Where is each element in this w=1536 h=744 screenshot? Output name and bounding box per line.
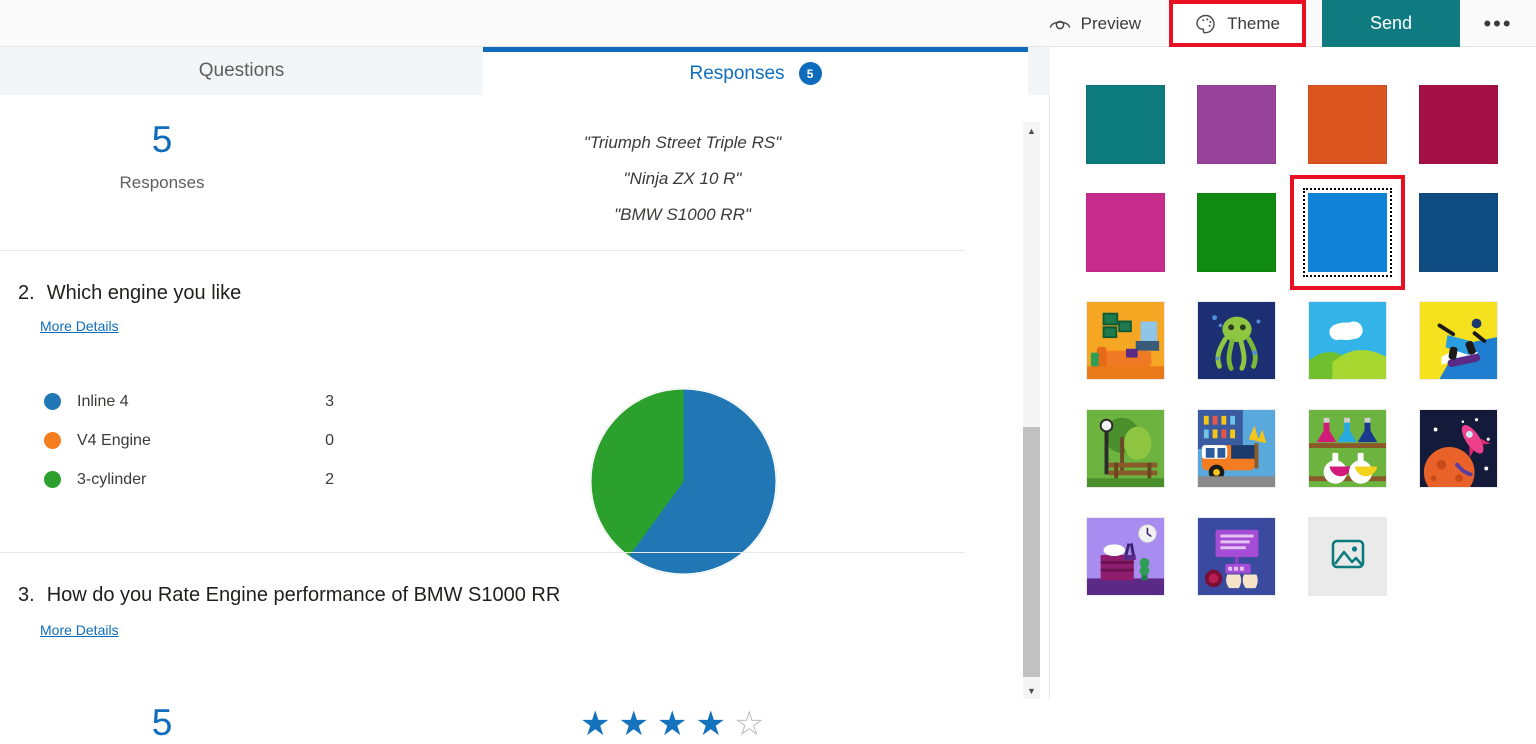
legend-label: V4 Engine (77, 432, 304, 450)
theme-color-crimson[interactable] (1419, 85, 1530, 193)
legend-color-dot (44, 432, 61, 449)
desk-typewriter-thumbnail[interactable] (1086, 517, 1165, 596)
scrollbar-thumb[interactable] (1023, 427, 1040, 677)
theme-swatch-selected[interactable] (1308, 193, 1387, 272)
question-3-more-details-link[interactable]: More Details (40, 622, 119, 638)
toolbar-actions: Preview Theme Send ••• (1035, 0, 1536, 47)
upload-image-tile[interactable] (1308, 517, 1387, 596)
space-rocket-thumbnail[interactable] (1419, 409, 1498, 488)
theme-image-cloud-hills[interactable] (1308, 301, 1419, 409)
theme-color-navy[interactable] (1419, 193, 1530, 301)
theme-label: Theme (1227, 14, 1280, 34)
theme-swatch[interactable] (1197, 85, 1276, 164)
star-filled-icon: ★ (695, 707, 725, 741)
legend-row: V4 Engine 0 (44, 421, 334, 460)
responses-summary-count: 5 (110, 119, 214, 161)
text-answer-item: "Ninja ZX 10 R" (440, 161, 925, 197)
responses-count-badge: 5 (799, 62, 822, 85)
preview-label: Preview (1081, 14, 1141, 34)
question-3-title: How do you Rate Engine performance of BM… (47, 584, 561, 607)
question-2-title: Which engine you like (47, 282, 242, 305)
more-options-button[interactable]: ••• (1460, 0, 1536, 47)
image-icon (1331, 539, 1365, 574)
theme-swatch[interactable] (1197, 193, 1276, 272)
theme-image-living-room[interactable] (1086, 301, 1197, 409)
theme-image-computer-hands[interactable] (1197, 517, 1308, 625)
theme-color-magenta[interactable] (1086, 193, 1197, 301)
legend-value: 0 (304, 432, 334, 450)
star-empty-icon: ☆ (734, 707, 764, 741)
theme-swatch[interactable] (1086, 193, 1165, 272)
question-2-more-details-link[interactable]: More Details (40, 318, 119, 334)
legend-row: Inline 4 3 (44, 382, 334, 421)
text-answer-item: "Triumph Street Triple RS" (440, 125, 925, 161)
theme-image-wakeboarder[interactable] (1419, 301, 1530, 409)
question-2-number: 2. (18, 282, 35, 305)
theme-image-school-bus[interactable] (1197, 409, 1308, 517)
results-scrollbar[interactable]: ▲ ▼ (1023, 122, 1040, 699)
theme-color-teal[interactable] (1086, 85, 1197, 193)
theme-swatch[interactable] (1308, 85, 1387, 164)
tabstrip: Questions Responses 5 (0, 47, 1050, 95)
selected-theme-highlight-box (1290, 175, 1405, 290)
star-filled-icon: ★ (618, 707, 648, 741)
theme-button[interactable]: Theme (1185, 4, 1290, 43)
pie-chart (590, 388, 777, 575)
theme-panel (1051, 47, 1536, 699)
responses-summary-label: Responses (80, 173, 244, 193)
legend-row: 3-cylinder 2 (44, 460, 334, 499)
question-3-average-score: 5 (110, 702, 214, 744)
theme-image-space-rocket[interactable] (1419, 409, 1530, 517)
theme-image-park-bench[interactable] (1086, 409, 1197, 517)
legend-color-dot (44, 471, 61, 488)
wakeboarder-thumbnail[interactable] (1419, 301, 1498, 380)
tab-questions-label: Questions (199, 60, 285, 82)
question-2-heading: 2. Which engine you like (18, 282, 241, 305)
question-3-heading: 3. How do you Rate Engine performance of… (18, 584, 560, 607)
eye-icon (1049, 13, 1071, 35)
section-divider (0, 250, 965, 251)
school-bus-thumbnail[interactable] (1197, 409, 1276, 488)
cloud-hills-thumbnail[interactable] (1308, 301, 1387, 380)
theme-swatch[interactable] (1086, 85, 1165, 164)
star-filled-icon: ★ (580, 707, 610, 741)
text-answer-item: "BMW S1000 RR" (440, 197, 925, 233)
legend-label: Inline 4 (77, 393, 304, 411)
scroll-down-arrow[interactable]: ▼ (1023, 682, 1040, 699)
theme-image-octopus[interactable] (1197, 301, 1308, 409)
palette-icon (1195, 13, 1217, 35)
question-3-number: 3. (18, 584, 35, 607)
scroll-up-arrow[interactable]: ▲ (1023, 122, 1040, 139)
star-filled-icon: ★ (657, 707, 687, 741)
tab-responses-label: Responses (689, 63, 784, 85)
section-divider (0, 552, 965, 553)
theme-color-blue[interactable] (1308, 193, 1419, 301)
tab-responses[interactable]: Responses 5 (483, 47, 1028, 95)
theme-swatch[interactable] (1419, 193, 1498, 272)
top-toolbar: Preview Theme Send ••• (0, 0, 1536, 47)
legend-color-dot (44, 393, 61, 410)
computer-hands-thumbnail[interactable] (1197, 517, 1276, 596)
theme-image-desk-typewriter[interactable] (1086, 517, 1197, 625)
tab-questions[interactable]: Questions (0, 47, 483, 95)
send-button[interactable]: Send (1322, 0, 1460, 47)
park-bench-thumbnail[interactable] (1086, 409, 1165, 488)
theme-upload-cell[interactable] (1308, 517, 1419, 625)
preview-button[interactable]: Preview (1035, 0, 1155, 47)
theme-highlight-box: Theme (1169, 0, 1306, 47)
pie-legend: Inline 4 3 V4 Engine 0 3-cylinder 2 (44, 382, 334, 499)
living-room-thumbnail[interactable] (1086, 301, 1165, 380)
theme-image-science-flasks[interactable] (1308, 409, 1419, 517)
octopus-thumbnail[interactable] (1197, 301, 1276, 380)
star-rating: ★★★★☆ (580, 707, 764, 741)
legend-value: 3 (304, 393, 334, 411)
legend-value: 2 (304, 471, 334, 489)
more-horizontal-icon: ••• (1483, 11, 1512, 37)
theme-grid (1086, 85, 1530, 625)
legend-label: 3-cylinder (77, 471, 304, 489)
text-answers-list: "Triumph Street Triple RS" "Ninja ZX 10 … (440, 125, 925, 233)
form-results-pane: Questions Responses 5 5 Responses "Trium… (0, 47, 1050, 699)
science-flasks-thumbnail[interactable] (1308, 409, 1387, 488)
theme-swatch[interactable] (1419, 85, 1498, 164)
